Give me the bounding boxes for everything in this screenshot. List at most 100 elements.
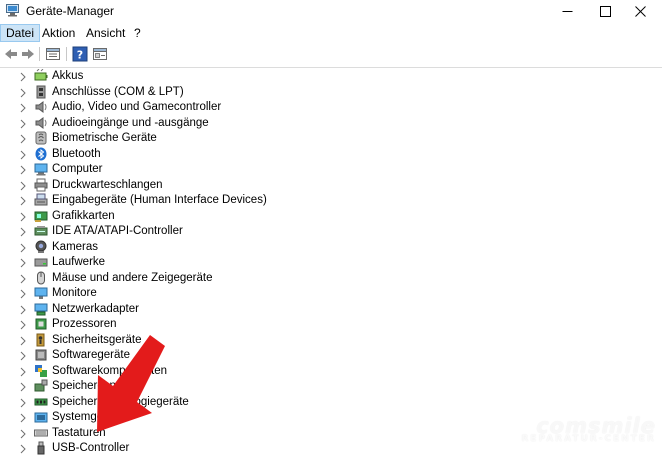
chevron-right-icon[interactable] — [19, 289, 27, 299]
tree-item-label: Tastaturen — [52, 426, 106, 439]
tree-item[interactable]: Netzwerkadapter — [0, 302, 662, 318]
chevron-right-icon[interactable] — [19, 413, 27, 423]
tree-item-label: Eingabegeräte (Human Interface Devices) — [52, 194, 267, 206]
chevron-right-icon[interactable] — [19, 398, 27, 408]
camera-icon — [35, 240, 47, 253]
tree-item-label: Grafikkarten — [52, 209, 115, 222]
chevron-right-icon[interactable] — [19, 165, 27, 175]
disk-drive-icon — [34, 258, 48, 267]
tree-item-label: Mäuse und andere Zeigegeräte — [52, 271, 213, 284]
chevron-right-icon[interactable] — [19, 305, 27, 315]
chevron-right-icon[interactable] — [19, 429, 27, 439]
close-icon — [634, 5, 646, 17]
keyboard-icon — [34, 429, 48, 436]
close-button[interactable] — [617, 0, 662, 22]
tree-item-label: Softwarekomponenten — [52, 364, 168, 377]
chevron-right-icon[interactable] — [19, 367, 27, 377]
tree-item[interactable]: Audio, Video und Gamecontroller — [0, 100, 662, 116]
tree-item[interactable]: Mäuse und andere Zeigegeräte — [0, 271, 662, 287]
tree-item[interactable]: Systemgeräte — [0, 410, 662, 426]
tree-item[interactable]: Prozessoren — [0, 317, 662, 333]
tree-item-label: Computer — [52, 163, 103, 175]
view-icon[interactable] — [92, 46, 108, 62]
chevron-right-icon[interactable] — [19, 382, 27, 392]
chevron-right-icon[interactable] — [19, 150, 27, 160]
computer-icon — [34, 163, 48, 176]
chevron-right-icon[interactable] — [19, 72, 27, 82]
chevron-right-icon[interactable] — [19, 103, 27, 113]
chevron-right-icon[interactable] — [19, 227, 27, 237]
chevron-right-icon[interactable] — [19, 88, 27, 98]
tree-item[interactable]: Kameras — [0, 240, 662, 256]
tree-item[interactable]: Akkus — [0, 69, 662, 85]
toolbar-divider — [0, 67, 662, 68]
system-device-icon — [34, 412, 48, 423]
tree-item[interactable]: Computer — [0, 162, 662, 178]
back-arrow-icon[interactable] — [3, 46, 19, 62]
tree-item[interactable]: Grafikkarten — [0, 209, 662, 225]
hid-icon — [34, 193, 48, 206]
ide-controller-icon — [34, 226, 48, 236]
tree-item[interactable]: Eingabegeräte (Human Interface Devices) — [0, 193, 662, 209]
forward-arrow-icon[interactable] — [20, 46, 36, 62]
tree-item-label: Monitore — [52, 287, 97, 299]
tree-item-label: Audioeingänge und -ausgänge — [52, 116, 209, 129]
tree-item[interactable]: Softwaregeräte — [0, 348, 662, 364]
tree-item[interactable]: Anschlüsse (COM & LPT) — [0, 85, 662, 101]
speaker-icon — [35, 101, 47, 113]
chevron-right-icon[interactable] — [19, 119, 27, 129]
tree-item[interactable]: Biometrische Geräte — [0, 131, 662, 147]
tree-item[interactable]: Druckwarteschlangen — [0, 178, 662, 194]
properties-icon[interactable] — [45, 46, 61, 62]
monitor-icon — [34, 287, 48, 299]
tree-item-label: Druckwarteschlangen — [52, 178, 163, 191]
chevron-right-icon[interactable] — [19, 181, 27, 191]
chevron-right-icon[interactable] — [19, 274, 27, 284]
bluetooth-icon — [35, 147, 47, 160]
printer-icon — [34, 178, 48, 191]
chevron-right-icon[interactable] — [19, 351, 27, 361]
tree-item-label: Speichertechnologiegeräte — [52, 395, 189, 408]
tree-item-label: Softwaregeräte — [52, 349, 130, 361]
tree-item[interactable]: Laufwerke — [0, 255, 662, 271]
tree-item[interactable]: USB-Controller — [0, 441, 662, 457]
menu-help[interactable]: ? — [129, 24, 146, 42]
tree-item[interactable]: Audioeingänge und -ausgänge — [0, 116, 662, 132]
minimize-icon — [562, 10, 572, 12]
tree-item-label: Laufwerke — [52, 256, 106, 268]
tree-item-label: Akkus — [52, 70, 84, 82]
tree-item[interactable]: Monitore — [0, 286, 662, 302]
tree-item[interactable]: Speichertechnologiegeräte — [0, 395, 662, 411]
chevron-right-icon[interactable] — [19, 196, 27, 206]
chevron-right-icon[interactable] — [19, 320, 27, 330]
window-title: Geräte-Manager — [26, 4, 115, 18]
tree-item[interactable]: Speichercontroller — [0, 379, 662, 395]
tree-item[interactable]: Sicherheitsgeräte — [0, 333, 662, 349]
menu-ansicht[interactable]: Ansicht — [81, 24, 130, 42]
menu-aktion[interactable]: Aktion — [37, 24, 80, 42]
tree-item-label: Anschlüsse (COM & LPT) — [52, 85, 184, 98]
device-manager-icon — [6, 4, 19, 17]
maximize-icon — [599, 5, 611, 17]
tree-item-label: Bluetooth — [52, 147, 101, 160]
tree-item[interactable]: Bluetooth — [0, 147, 662, 163]
software-component-icon — [35, 364, 47, 377]
speaker-icon — [35, 116, 47, 129]
svg-text:?: ? — [77, 49, 83, 62]
help-icon[interactable]: ? — [72, 46, 88, 62]
tree-item[interactable]: IDE ATA/ATAPI-Controller — [0, 224, 662, 240]
chevron-right-icon[interactable] — [19, 258, 27, 268]
tree-item-label: Audio, Video und Gamecontroller — [52, 101, 222, 113]
processor-icon — [35, 318, 47, 330]
tree-item[interactable]: Softwarekomponenten — [0, 364, 662, 380]
menu-datei[interactable]: Datei — [0, 24, 41, 42]
tree-item-label: IDE ATA/ATAPI-Controller — [52, 225, 183, 237]
chevron-right-icon[interactable] — [19, 212, 27, 222]
chevron-right-icon[interactable] — [19, 243, 27, 253]
usb-icon — [37, 441, 45, 455]
chevron-right-icon[interactable] — [19, 444, 27, 454]
toolbar-separator — [39, 47, 40, 61]
chevron-right-icon[interactable] — [19, 134, 27, 144]
chevron-right-icon[interactable] — [19, 336, 27, 346]
tree-item[interactable]: Tastaturen — [0, 426, 662, 442]
